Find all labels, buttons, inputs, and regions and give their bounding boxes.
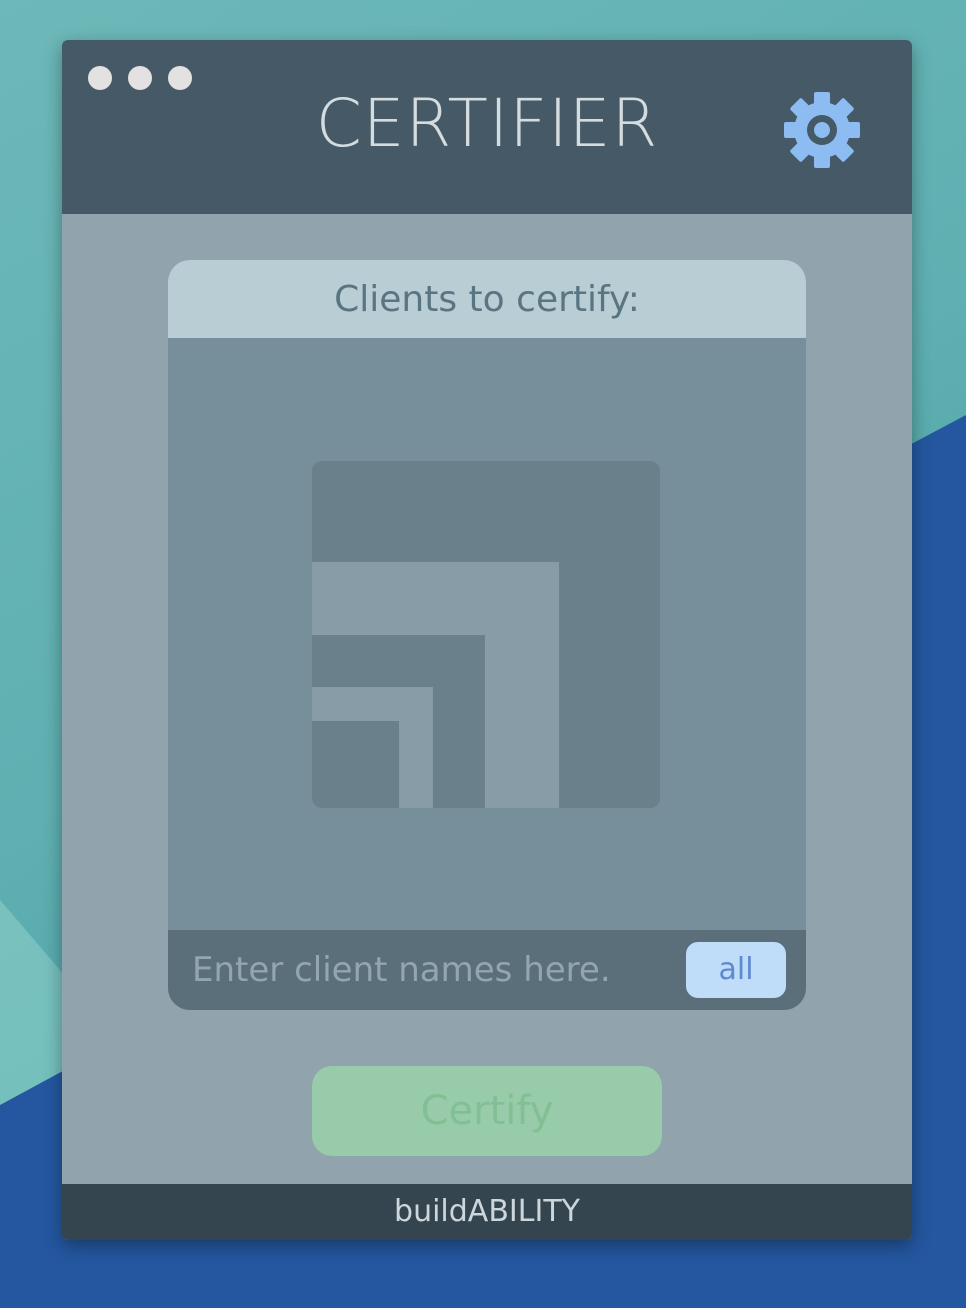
certifier-window: CERTIFIER Clients to certify: Enter clie…	[62, 40, 912, 1240]
clients-card: Clients to certify: all	[168, 260, 806, 1010]
title-bar: CERTIFIER	[62, 40, 912, 214]
gear-icon	[784, 92, 860, 168]
settings-button[interactable]	[778, 86, 866, 174]
all-button[interactable]: all	[686, 942, 786, 998]
placeholder-logo-icon	[312, 461, 660, 808]
client-names-input[interactable]	[192, 940, 672, 1000]
client-input-row: all	[168, 930, 806, 1010]
content-area: Clients to certify: all Certify	[62, 214, 912, 1184]
certify-button[interactable]: Certify	[312, 1066, 662, 1156]
clients-header: Clients to certify:	[168, 260, 806, 338]
footer-brand: buildABILITY	[62, 1184, 912, 1240]
clients-list[interactable]	[168, 338, 806, 930]
